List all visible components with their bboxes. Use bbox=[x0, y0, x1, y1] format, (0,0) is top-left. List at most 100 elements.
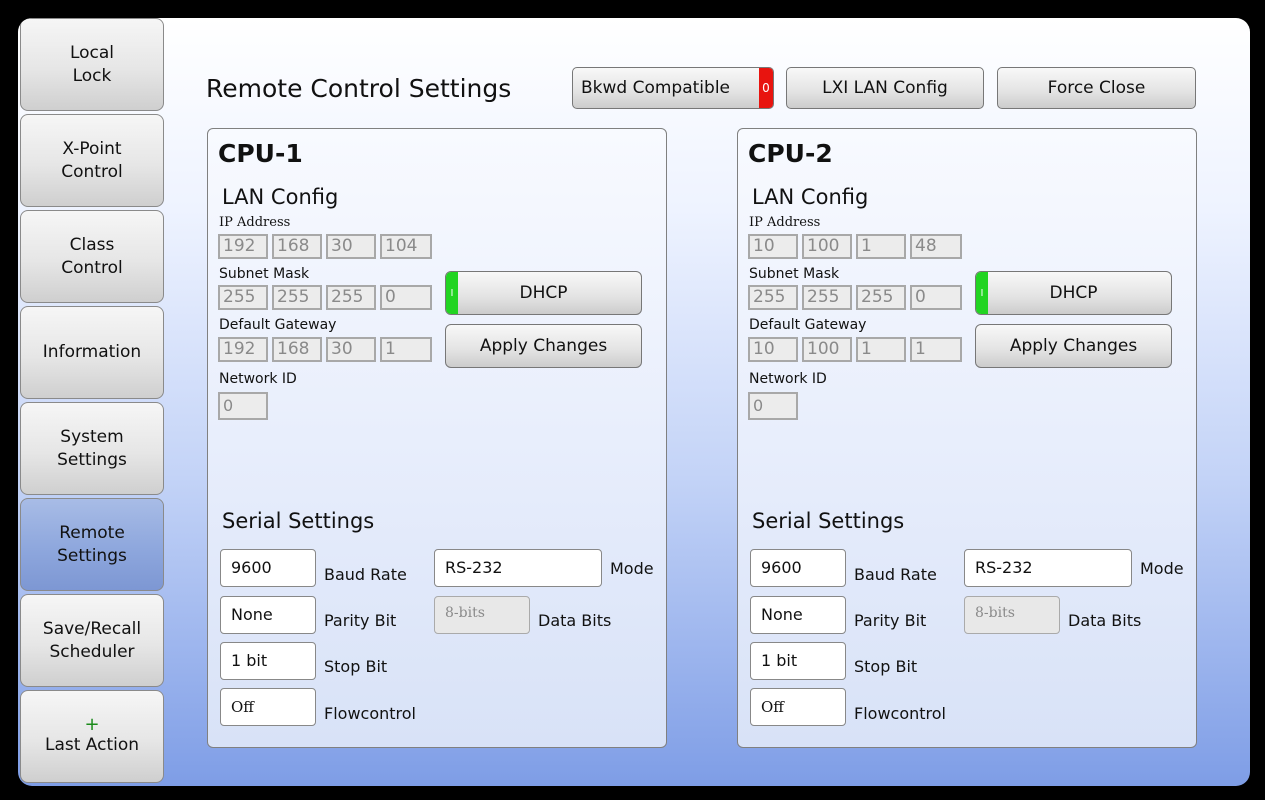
dhcp-label: DHCP bbox=[519, 283, 568, 303]
cpu-2-panel: CPU-2 LAN Config IP Address 10 100 1 48 … bbox=[737, 128, 1197, 748]
ip-address-field: 192 168 30 104 bbox=[218, 234, 432, 259]
nav-label: Information bbox=[42, 342, 142, 362]
gateway-octet-1[interactable]: 10 bbox=[748, 337, 798, 362]
flowcontrol-field[interactable]: Off bbox=[220, 688, 316, 726]
gateway-octet-2[interactable]: 100 bbox=[802, 337, 852, 362]
flowcontrol-label: Flowcontrol bbox=[324, 704, 416, 723]
network-id-field[interactable]: 0 bbox=[748, 392, 798, 420]
nav-label: Last Action bbox=[44, 735, 140, 755]
ip-octet-3[interactable]: 30 bbox=[326, 234, 376, 259]
subnet-octet-1[interactable]: 255 bbox=[748, 285, 798, 310]
default-gateway-field: 10 100 1 1 bbox=[748, 337, 962, 362]
nav-information-button[interactable]: Information bbox=[20, 306, 164, 399]
parity-bit-label: Parity Bit bbox=[324, 611, 397, 630]
nav-x-point-control-button[interactable]: X-Point Control bbox=[20, 114, 164, 207]
subnet-octet-3[interactable]: 255 bbox=[856, 285, 906, 310]
ip-octet-3[interactable]: 1 bbox=[856, 234, 906, 259]
app-screen: Local Lock X-Point Control Class Control… bbox=[18, 18, 1250, 786]
gateway-octet-3[interactable]: 1 bbox=[856, 337, 906, 362]
apply-changes-button[interactable]: Apply Changes bbox=[975, 324, 1172, 368]
plus-icon: + bbox=[84, 714, 100, 735]
gateway-octet-4[interactable]: 1 bbox=[380, 337, 432, 362]
bkwd-status-indicator: 0 bbox=[759, 68, 773, 108]
nav-label: Save/Recall bbox=[42, 618, 142, 639]
cpu-title: CPU-2 bbox=[748, 139, 833, 168]
nav-class-control-button[interactable]: Class Control bbox=[20, 210, 164, 303]
nav-label: Lock bbox=[72, 65, 112, 86]
page-title: Remote Control Settings bbox=[206, 74, 512, 103]
cpu-1-panel: CPU-1 LAN Config IP Address 192 168 30 1… bbox=[207, 128, 667, 748]
mode-field[interactable]: RS-232 bbox=[434, 549, 602, 587]
default-gateway-label: Default Gateway bbox=[749, 317, 867, 333]
nav-last-action-button[interactable]: + Last Action bbox=[20, 690, 164, 783]
nav-label: Local bbox=[69, 42, 115, 63]
subnet-octet-2[interactable]: 255 bbox=[802, 285, 852, 310]
data-bits-field: 8-bits bbox=[964, 596, 1060, 634]
nav-local-lock-button[interactable]: Local Lock bbox=[20, 18, 164, 111]
apply-changes-button[interactable]: Apply Changes bbox=[445, 324, 642, 368]
mode-field[interactable]: RS-232 bbox=[964, 549, 1132, 587]
baud-rate-label: Baud Rate bbox=[324, 565, 407, 584]
stop-bit-label: Stop Bit bbox=[854, 657, 918, 676]
baud-rate-field[interactable]: 9600 bbox=[750, 549, 846, 587]
ip-octet-2[interactable]: 100 bbox=[802, 234, 852, 259]
dhcp-toggle-button[interactable]: I DHCP bbox=[445, 271, 642, 315]
subnet-octet-2[interactable]: 255 bbox=[272, 285, 322, 310]
flowcontrol-field[interactable]: Off bbox=[750, 688, 846, 726]
serial-settings-heading: Serial Settings bbox=[752, 509, 905, 533]
parity-bit-label: Parity Bit bbox=[854, 611, 927, 630]
bkwd-compatible-button[interactable]: Bkwd Compatible 0 bbox=[572, 67, 774, 109]
baud-rate-label: Baud Rate bbox=[854, 565, 937, 584]
flowcontrol-label: Flowcontrol bbox=[854, 704, 946, 723]
dhcp-status-indicator: I bbox=[976, 272, 988, 314]
gateway-octet-4[interactable]: 1 bbox=[910, 337, 962, 362]
ip-octet-1[interactable]: 10 bbox=[748, 234, 798, 259]
nav-label: Settings bbox=[57, 545, 127, 566]
ip-octet-2[interactable]: 168 bbox=[272, 234, 322, 259]
subnet-octet-4[interactable]: 0 bbox=[910, 285, 962, 310]
data-bits-label: Data Bits bbox=[1068, 611, 1142, 630]
dhcp-toggle-button[interactable]: I DHCP bbox=[975, 271, 1172, 315]
dhcp-status-indicator: I bbox=[446, 272, 458, 314]
lxi-lan-config-button[interactable]: LXI LAN Config bbox=[786, 67, 984, 109]
subnet-mask-label: Subnet Mask bbox=[219, 266, 310, 282]
subnet-mask-field: 255 255 255 0 bbox=[748, 285, 962, 310]
ip-address-label: IP Address bbox=[749, 215, 821, 230]
lan-config-heading: LAN Config bbox=[222, 185, 339, 209]
bkwd-compatible-label: Bkwd Compatible bbox=[581, 78, 731, 98]
parity-bit-field[interactable]: None bbox=[750, 596, 846, 634]
ip-octet-4[interactable]: 104 bbox=[380, 234, 432, 259]
subnet-octet-1[interactable]: 255 bbox=[218, 285, 268, 310]
nav-system-settings-button[interactable]: System Settings bbox=[20, 402, 164, 495]
subnet-octet-4[interactable]: 0 bbox=[380, 285, 432, 310]
nav-label: Control bbox=[61, 161, 123, 182]
nav-label: Remote bbox=[59, 522, 125, 543]
default-gateway-label: Default Gateway bbox=[219, 317, 337, 333]
subnet-octet-3[interactable]: 255 bbox=[326, 285, 376, 310]
stop-bit-field[interactable]: 1 bit bbox=[220, 642, 316, 680]
network-id-field[interactable]: 0 bbox=[218, 392, 268, 420]
network-id-label: Network ID bbox=[749, 371, 827, 387]
mode-label: Mode bbox=[610, 559, 654, 578]
ip-octet-4[interactable]: 48 bbox=[910, 234, 962, 259]
nav-remote-settings-button[interactable]: Remote Settings bbox=[20, 498, 164, 591]
gateway-octet-1[interactable]: 192 bbox=[218, 337, 268, 362]
subnet-mask-label: Subnet Mask bbox=[749, 266, 840, 282]
network-id-label: Network ID bbox=[219, 371, 297, 387]
parity-bit-field[interactable]: None bbox=[220, 596, 316, 634]
nav-save-recall-scheduler-button[interactable]: Save/Recall Scheduler bbox=[20, 594, 164, 687]
nav-label: System bbox=[60, 426, 124, 447]
nav-label: Control bbox=[61, 257, 123, 278]
cpu-title: CPU-1 bbox=[218, 139, 303, 168]
sidebar-nav: Local Lock X-Point Control Class Control… bbox=[18, 18, 166, 786]
lan-config-heading: LAN Config bbox=[752, 185, 869, 209]
force-close-button[interactable]: Force Close bbox=[997, 67, 1196, 109]
default-gateway-field: 192 168 30 1 bbox=[218, 337, 432, 362]
ip-address-label: IP Address bbox=[219, 215, 291, 230]
ip-octet-1[interactable]: 192 bbox=[218, 234, 268, 259]
stop-bit-field[interactable]: 1 bit bbox=[750, 642, 846, 680]
gateway-octet-3[interactable]: 30 bbox=[326, 337, 376, 362]
gateway-octet-2[interactable]: 168 bbox=[272, 337, 322, 362]
dhcp-label: DHCP bbox=[1049, 283, 1098, 303]
baud-rate-field[interactable]: 9600 bbox=[220, 549, 316, 587]
